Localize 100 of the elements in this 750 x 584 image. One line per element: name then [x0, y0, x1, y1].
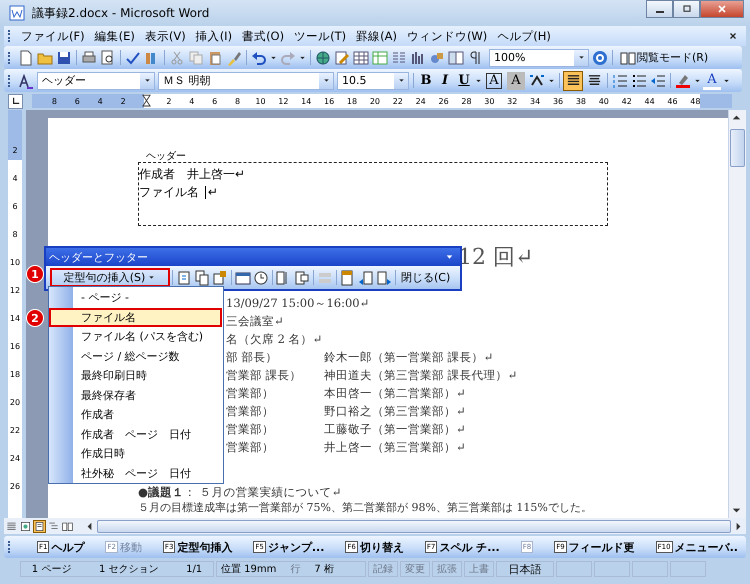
clock-icon[interactable]	[253, 270, 269, 286]
insert-autotext-button[interactable]: 定型句の挿入(S)	[50, 268, 170, 287]
scroll-thumb[interactable]	[730, 129, 745, 167]
ruler-number: 34	[529, 96, 542, 106]
spreadsheet-icon[interactable]	[372, 50, 388, 66]
justify-icon	[566, 73, 580, 88]
status-text: 位置 19mm	[221, 562, 276, 576]
menu-item[interactable]: 最終印刷日時	[49, 366, 223, 386]
page-icon[interactable]	[176, 270, 192, 286]
menu-item[interactable]: ファイル名 (パスを含む)	[49, 327, 223, 346]
styles-icon[interactable]	[18, 72, 34, 88]
body-text: 営業部）	[226, 422, 275, 436]
numbered-list-icon[interactable]	[612, 72, 628, 88]
style-combo[interactable]: ヘッダー	[37, 72, 155, 90]
outline-page-icon	[48, 520, 59, 532]
paste-icon[interactable]	[207, 50, 223, 66]
font-combo[interactable]: ＭＳ 明朝	[158, 72, 334, 90]
columns-icon[interactable]	[391, 50, 407, 66]
menu-item[interactable]: ツール(T)	[289, 28, 352, 44]
web-view-button[interactable]	[19, 520, 32, 532]
ruler-number: 2	[12, 145, 18, 157]
menu-item[interactable]: 書式(O)	[237, 28, 290, 44]
menu-item[interactable]: 挿入(I)	[190, 28, 238, 44]
font-size-combo[interactable]: 10.5	[337, 72, 409, 90]
reading-view-button[interactable]	[61, 520, 74, 532]
menu-item[interactable]: 最終保存者	[49, 386, 223, 405]
ruler-number: 42	[620, 96, 633, 106]
globe-icon[interactable]	[315, 50, 331, 66]
reading-mode-button[interactable]: 閲覧モード(R)	[616, 50, 712, 66]
menu-item[interactable]: 編集(E)	[90, 28, 140, 44]
hide-text-icon[interactable]	[294, 270, 310, 286]
highlighter-icon[interactable]	[675, 72, 691, 88]
character-shading-button[interactable]: A	[507, 72, 525, 90]
menu-item[interactable]: ファイル(F)	[16, 28, 90, 44]
bullet-list-icon[interactable]	[631, 72, 647, 88]
italic-button[interactable]: I	[436, 72, 454, 90]
body-text: 井上啓一（第三営業部）↵	[324, 440, 466, 454]
status-text: 日本語	[508, 562, 542, 576]
pages-icon[interactable]	[194, 270, 210, 286]
close-button[interactable]	[700, 0, 744, 18]
previous-icon[interactable]	[358, 270, 374, 286]
body-text: 本田啓一（第二営業部）↵	[324, 386, 466, 400]
indent-icon[interactable]	[650, 72, 666, 88]
underline-button[interactable]: U	[455, 72, 473, 90]
menu-item[interactable]: ウィンドウ(W)	[402, 28, 492, 44]
calendar-icon[interactable]	[235, 270, 251, 286]
print-icon[interactable]	[81, 50, 97, 66]
vertical-scrollbar[interactable]	[728, 110, 746, 518]
menu-item[interactable]: 罫線(A)	[351, 28, 402, 44]
body-text: 名（欠席 2 名）↵	[226, 332, 324, 346]
print-layout-button[interactable]	[33, 520, 46, 532]
table-icon[interactable]	[353, 50, 369, 66]
status-text: 7 桁	[314, 562, 334, 576]
minimize-button[interactable]	[646, 0, 673, 18]
ruler-number: 2	[165, 96, 172, 106]
bold-button[interactable]: B	[417, 72, 435, 90]
status-text: 上書	[469, 562, 489, 576]
body-text: 三会議室↵	[226, 314, 285, 328]
scroll-thumb[interactable]	[97, 520, 731, 532]
zoom-combo[interactable]: 100%	[489, 48, 589, 66]
menu-item[interactable]: 表示(V)	[140, 28, 191, 44]
menu-item[interactable]: ヘルプ(H)	[492, 28, 556, 44]
menu-item[interactable]: 作成者 ページ 日付	[49, 424, 223, 444]
justify-button[interactable]	[563, 70, 583, 90]
book-icon	[620, 50, 636, 66]
menu-item[interactable]: ファイル名	[49, 308, 222, 327]
spellcheck-icon[interactable]	[125, 50, 141, 66]
body-text: 部 部長）	[226, 350, 279, 364]
tab-stop-icon	[12, 97, 20, 105]
close-icon[interactable]	[728, 31, 738, 41]
character-scale-icon[interactable]	[529, 72, 545, 88]
tab-selector[interactable]	[8, 94, 23, 108]
ruler-number: 20	[10, 397, 20, 409]
brush-icon[interactable]	[226, 50, 242, 66]
help-icon[interactable]	[592, 50, 608, 66]
menu-item[interactable]: 作成者	[49, 405, 223, 424]
bars-icon[interactable]	[410, 50, 426, 66]
font-color-button[interactable]: A	[703, 72, 721, 90]
menu-item[interactable]: - ページ -	[49, 288, 223, 308]
normal-view-button[interactable]	[5, 520, 18, 532]
next-icon[interactable]	[376, 270, 392, 286]
menu-item[interactable]: 作成日時	[49, 444, 223, 464]
ruler-number: 24	[10, 453, 20, 465]
undo-icon[interactable]	[251, 50, 267, 66]
menu-item[interactable]: ページ / 総ページ数	[49, 346, 223, 366]
close-header-footer-button[interactable]: 閉じる(C)	[398, 270, 454, 285]
page-format-icon[interactable]	[212, 270, 228, 286]
window-title: 議事録2.docx - Microsoft Word	[32, 4, 210, 22]
menu-item[interactable]: 社外秘 ページ 日付	[49, 464, 223, 483]
ruler-number: 10	[10, 257, 20, 269]
indent-marker-icon[interactable]	[142, 94, 150, 108]
status-text: 1 セクション	[98, 563, 158, 576]
character-border-button[interactable]: A	[486, 72, 502, 88]
pencil-icon[interactable]	[334, 50, 350, 66]
maximize-button[interactable]	[673, 0, 700, 18]
new-icon[interactable]	[18, 50, 34, 66]
body-text: 野口裕之（第三営業部）↵	[324, 404, 466, 418]
status-text: 行	[290, 563, 300, 576]
save-icon[interactable]	[56, 50, 72, 66]
ruler-number: 12	[277, 96, 290, 106]
